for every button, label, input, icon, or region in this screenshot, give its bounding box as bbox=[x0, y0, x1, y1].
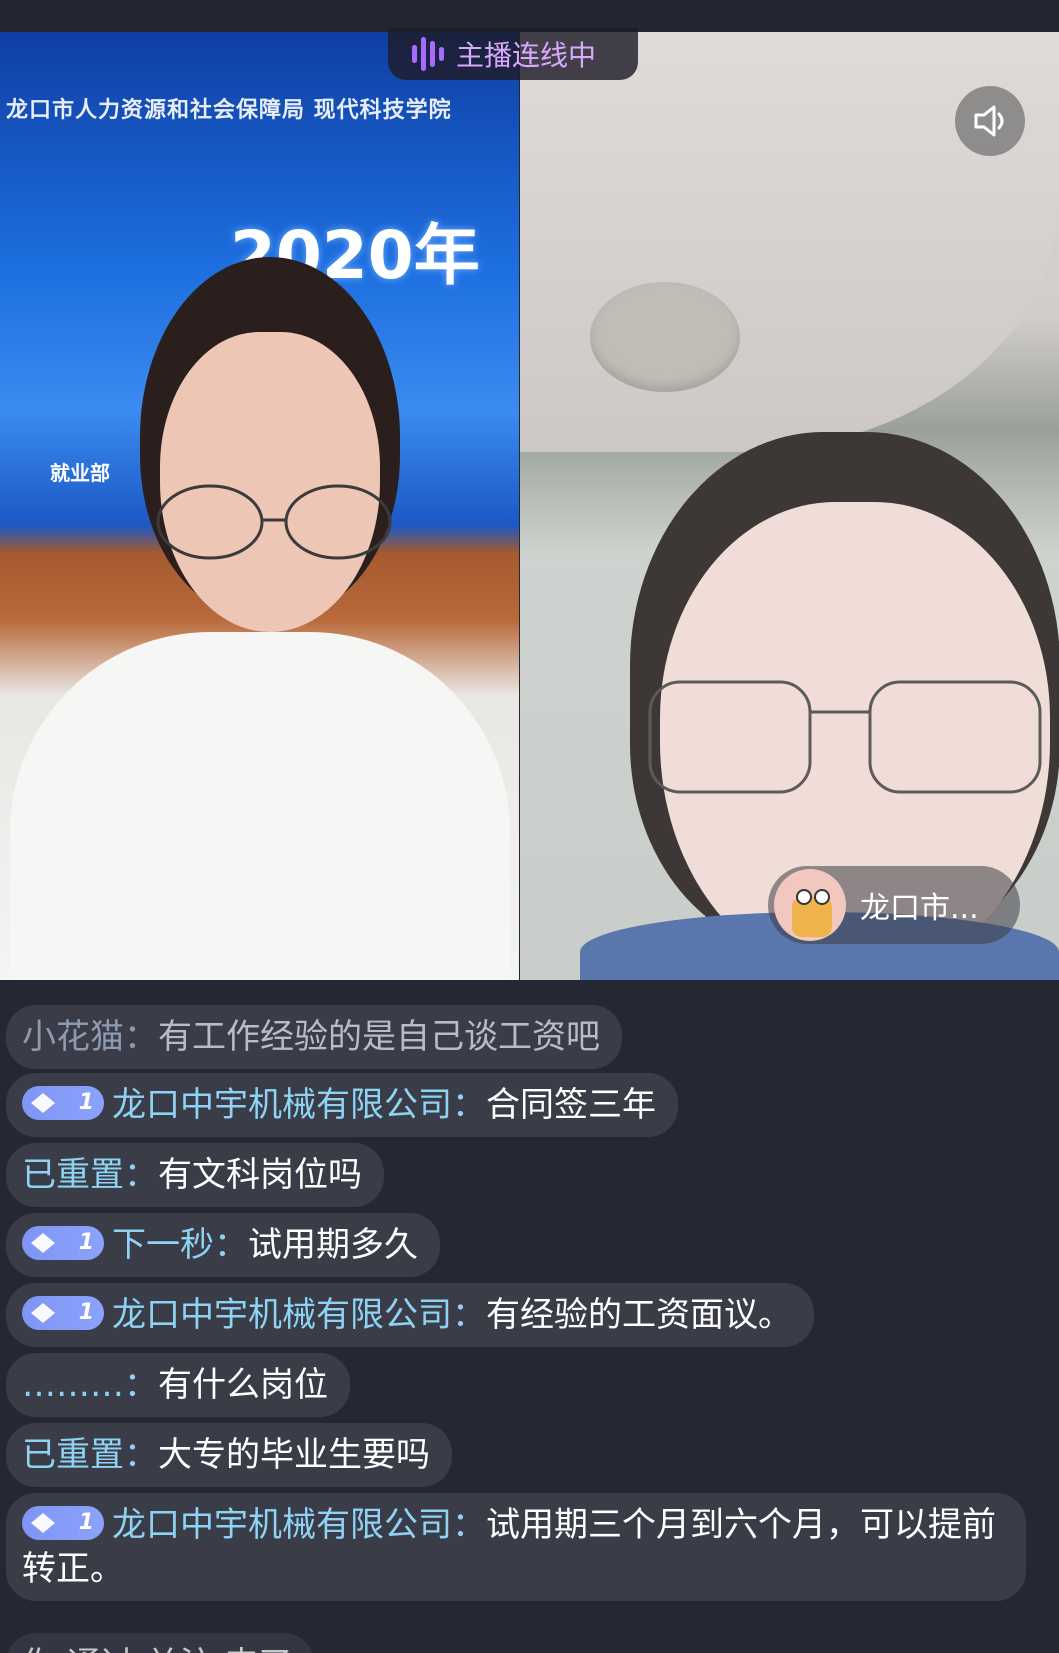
speaker-icon bbox=[974, 105, 1004, 137]
fan-level-number: 1 bbox=[78, 1229, 94, 1255]
guest-video[interactable] bbox=[520, 32, 1059, 980]
live-stream-screen: 龙口市人力资源和社会保障局 现代科技学院 2020年 就业部 主播连线中 龙口市… bbox=[0, 0, 1059, 1653]
chat-message: 1 龙口中宇机械有限公司：试用期三个月到六个月，可以提前转正。 bbox=[6, 1493, 1026, 1601]
chat-username[interactable]: 龙口中宇机械有限公司 bbox=[112, 1295, 452, 1335]
chat-message: 1 龙口中宇机械有限公司：合同签三年 bbox=[6, 1073, 678, 1137]
chat-text: 合同签三年 bbox=[486, 1085, 656, 1125]
chat-message: 1 下一秒：试用期多久 bbox=[6, 1213, 440, 1277]
chat-message: 已重置：大专的毕业生要吗 bbox=[6, 1423, 452, 1487]
chat-username[interactable]: 已重置 bbox=[22, 1435, 124, 1475]
banner-line: 龙口市人力资源和社会保障局 现代科技学院 bbox=[6, 98, 452, 123]
fan-level-badge: 1 bbox=[22, 1505, 104, 1540]
banner-dept: 就业部 bbox=[50, 461, 110, 485]
chat-text: 大专的毕业生要吗 bbox=[158, 1435, 430, 1475]
diamond-icon bbox=[31, 1092, 55, 1113]
chat-text: 你 通过 关注 来了 bbox=[22, 1645, 292, 1653]
chat-message: ………：有什么岗位 bbox=[6, 1353, 350, 1417]
chat-username[interactable]: 龙口中宇机械有限公司 bbox=[112, 1085, 452, 1125]
chat-message: 小花猫：有工作经验的是自己谈工资吧 bbox=[6, 1005, 622, 1069]
fan-level-number: 1 bbox=[78, 1509, 94, 1535]
co-host-status-label: 主播连线中 bbox=[456, 39, 597, 72]
chat-username[interactable]: 已重置 bbox=[22, 1155, 124, 1195]
host-glasses bbox=[156, 484, 392, 560]
diamond-icon bbox=[31, 1302, 55, 1323]
chat-separator: ： bbox=[452, 1085, 486, 1125]
guest-glasses bbox=[648, 680, 1042, 794]
chat-text: 有工作经验的是自己谈工资吧 bbox=[158, 1017, 600, 1057]
chat-text: 有什么岗位 bbox=[158, 1365, 328, 1405]
chat-separator: ： bbox=[452, 1295, 486, 1335]
chat-text: 有文科岗位吗 bbox=[158, 1155, 362, 1195]
chat-separator: ： bbox=[452, 1505, 486, 1545]
co-host-status-badge: 主播连线中 bbox=[388, 28, 638, 80]
chat-separator: ： bbox=[124, 1435, 158, 1475]
guest-avatar bbox=[774, 869, 846, 941]
guest-name-tag[interactable]: 龙口市... bbox=[768, 866, 1020, 944]
chat-username[interactable]: ……… bbox=[22, 1365, 124, 1405]
fan-level-badge: 1 bbox=[22, 1225, 104, 1260]
chat-system-message: 你 通过 关注 来了 bbox=[6, 1633, 315, 1653]
diamond-icon bbox=[31, 1232, 55, 1253]
fan-level-badge: 1 bbox=[22, 1085, 104, 1120]
ceiling-light bbox=[590, 282, 740, 392]
chat-message: 1 龙口中宇机械有限公司：有经验的工资面议。 bbox=[6, 1283, 814, 1347]
speaker-toggle-button[interactable] bbox=[955, 86, 1025, 156]
fan-level-number: 1 bbox=[78, 1089, 94, 1115]
chat-username[interactable]: 龙口中宇机械有限公司 bbox=[112, 1505, 452, 1545]
chat-separator: ： bbox=[124, 1155, 158, 1195]
chat-text: 有经验的工资面议。 bbox=[486, 1295, 792, 1335]
chat-username[interactable]: 下一秒 bbox=[112, 1225, 214, 1265]
host-figure-body bbox=[10, 632, 510, 980]
chat-separator: ： bbox=[214, 1225, 248, 1265]
fan-level-badge: 1 bbox=[22, 1295, 104, 1330]
guest-name: 龙口市... bbox=[860, 891, 979, 926]
chat-separator: ： bbox=[124, 1017, 158, 1057]
chat-text: 试用期多久 bbox=[248, 1225, 418, 1265]
sound-wave-icon bbox=[412, 36, 444, 72]
fan-level-number: 1 bbox=[78, 1299, 94, 1325]
diamond-icon bbox=[31, 1512, 55, 1533]
chat-separator: ： bbox=[124, 1365, 158, 1405]
chat-username[interactable]: 小花猫 bbox=[22, 1017, 124, 1057]
host-video[interactable]: 龙口市人力资源和社会保障局 现代科技学院 2020年 就业部 bbox=[0, 32, 519, 980]
chat-message: 已重置：有文科岗位吗 bbox=[6, 1143, 384, 1207]
